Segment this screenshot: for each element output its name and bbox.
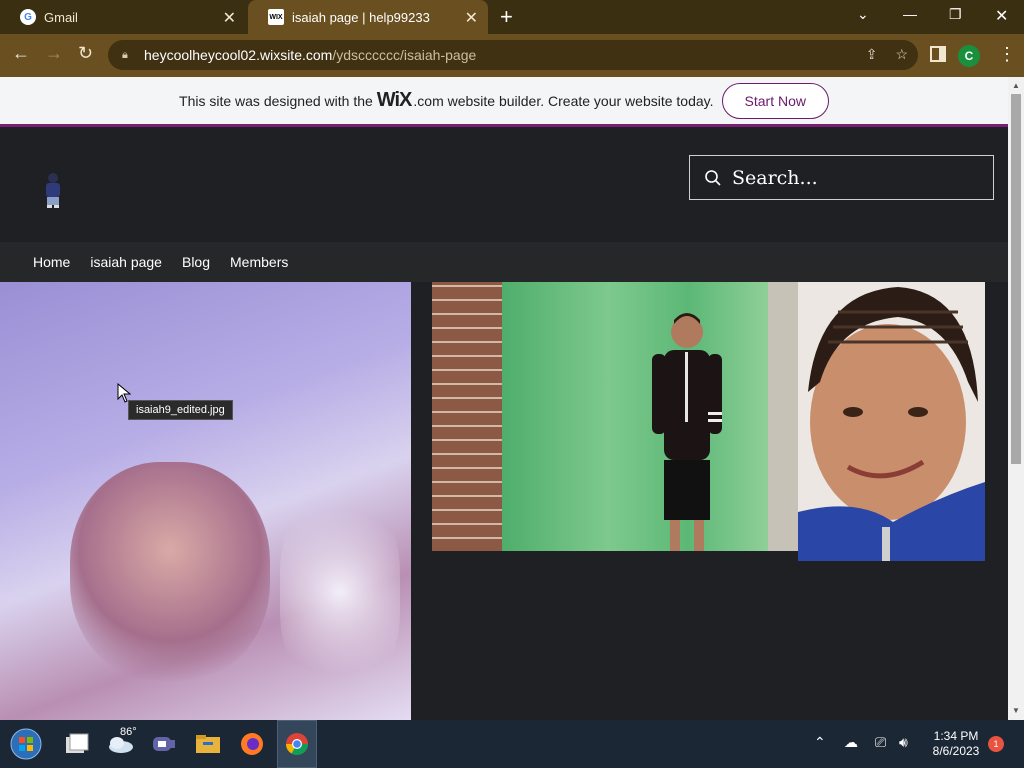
onedrive-offline-icon[interactable]: ☁ <box>844 734 858 751</box>
tab-isaiah-page[interactable]: WIX isaiah page | help99233 ✕ <box>248 0 488 34</box>
gallery-image-green-screen[interactable] <box>432 282 798 551</box>
teams-chat-icon[interactable] <box>144 720 184 768</box>
wix-logo: WiX <box>376 89 413 111</box>
reload-button[interactable]: ↻ <box>78 43 93 64</box>
windows-taskbar: 86° ⌃ ☁ ⎚ 🔊︎ 1:34 PM 8/6/2023 <box>0 720 1024 768</box>
browser-toolbar: ← → ↻ 🔒︎ heycoolheycool02.wixsite.com/yd… <box>0 34 1024 77</box>
close-window-button[interactable]: ✕ <box>995 6 1008 26</box>
url-path: /ydscccccc/isaiah-page <box>332 47 477 63</box>
network-icon[interactable]: ⎚ <box>875 734 886 751</box>
tab-title: Gmail <box>44 9 78 25</box>
notification-badge[interactable]: 1 <box>988 736 1004 752</box>
address-bar[interactable]: 🔒︎ heycoolheycool02.wixsite.com/ydsccccc… <box>108 40 918 70</box>
firefox-icon[interactable] <box>232 720 272 768</box>
scroll-down-arrow-icon[interactable]: ▼ <box>1012 706 1020 715</box>
tab-title: isaiah page | help99233 <box>292 9 430 25</box>
nav-home[interactable]: Home <box>33 254 70 270</box>
share-icon[interactable]: ⇪ <box>866 46 878 63</box>
page-scrollbar[interactable]: ▲ ▼ <box>1008 77 1024 720</box>
close-icon[interactable]: ✕ <box>223 8 236 28</box>
new-tab-button[interactable]: + <box>500 4 513 30</box>
gallery-image-blurry-photo[interactable] <box>0 282 411 720</box>
search-input[interactable]: Search... <box>689 155 994 200</box>
image-gallery <box>0 282 1008 720</box>
start-button[interactable] <box>6 720 46 768</box>
banner-text-before: This site was designed with the <box>179 92 373 109</box>
site-header: Search... <box>0 127 1008 242</box>
file-explorer-icon[interactable] <box>188 720 228 768</box>
forward-button[interactable]: → <box>45 43 63 64</box>
google-icon: G <box>20 9 36 25</box>
task-view-icon[interactable] <box>57 720 97 768</box>
url-host: heycoolheycool02.wixsite.com <box>144 47 333 63</box>
show-hidden-icons-chevron[interactable]: ⌃ <box>814 734 826 751</box>
site-nav: Home isaiah page Blog Members <box>0 242 1008 282</box>
scroll-thumb[interactable] <box>1011 94 1021 464</box>
search-icon <box>705 169 721 186</box>
site-logo[interactable] <box>40 171 66 209</box>
tab-gmail[interactable]: G Gmail ✕ <box>0 0 246 34</box>
lock-icon: 🔒︎ <box>122 49 128 61</box>
minimize-button[interactable]: — <box>903 6 917 22</box>
weather-temp: 86° <box>120 726 137 738</box>
start-now-button[interactable]: Start Now <box>721 82 829 119</box>
nav-members[interactable]: Members <box>230 254 288 270</box>
close-icon[interactable]: ✕ <box>465 8 478 28</box>
nav-isaiah-page[interactable]: isaiah page <box>90 254 162 270</box>
bookmark-star-icon[interactable]: ☆ <box>895 46 908 63</box>
wix-banner: This site was designed with the WiX .com… <box>0 77 1008 124</box>
clock-time: 1:34 PM <box>933 729 979 743</box>
search-placeholder: Search... <box>732 166 818 189</box>
gallery-image-portrait[interactable] <box>798 282 985 561</box>
volume-icon[interactable]: 🔊︎ <box>899 734 908 751</box>
profile-avatar[interactable]: C <box>958 45 980 67</box>
image-tooltip: isaiah9_edited.jpg <box>128 400 233 420</box>
scroll-up-arrow-icon[interactable]: ▲ <box>1012 81 1020 90</box>
chrome-icon[interactable] <box>277 720 317 768</box>
back-button[interactable]: ← <box>12 43 30 64</box>
mouse-cursor-icon <box>117 383 131 403</box>
nav-blog[interactable]: Blog <box>182 254 210 270</box>
wix-icon: WIX <box>268 9 284 25</box>
menu-kebab-icon[interactable]: ⋮ <box>998 44 1016 65</box>
clock-date: 8/6/2023 <box>932 744 980 758</box>
side-panel-icon[interactable] <box>930 46 946 62</box>
banner-text-after: .com website builder. Create your websit… <box>413 92 714 109</box>
taskbar-clock[interactable]: 1:34 PM 8/6/2023 <box>922 729 990 759</box>
restore-button[interactable]: ❐ <box>949 6 962 23</box>
tab-search-chevron-icon[interactable]: ⌄ <box>857 6 869 23</box>
tab-strip: G Gmail ✕ WIX isaiah page | help99233 ✕ … <box>0 0 1024 34</box>
